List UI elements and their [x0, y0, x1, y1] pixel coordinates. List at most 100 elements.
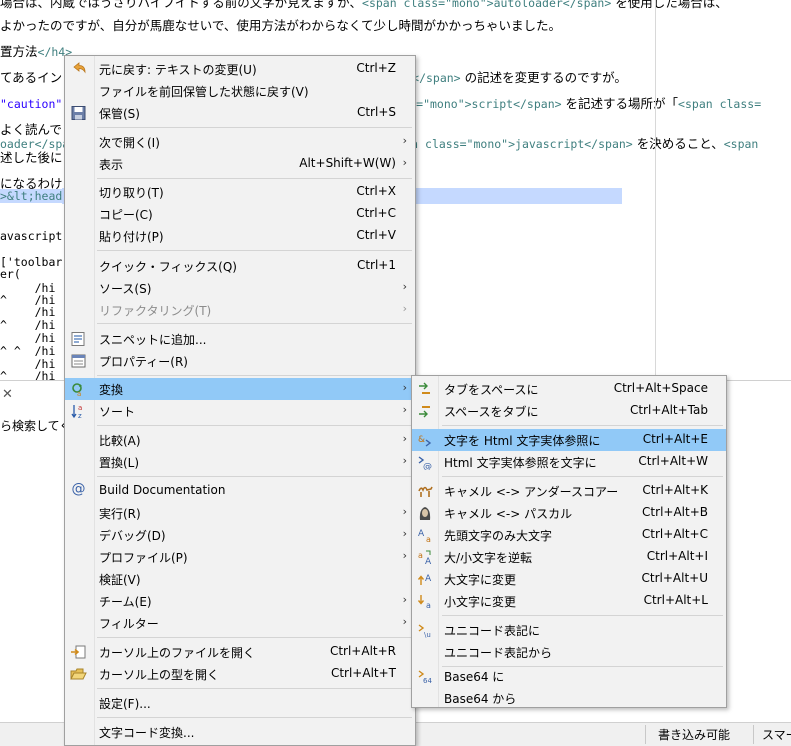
menu-separator	[442, 476, 723, 477]
menu-item-add-snippet[interactable]: スニペットに追加...	[65, 328, 415, 350]
submenu-arrow-icon: ›	[402, 615, 407, 628]
menu-item-encoding-convert[interactable]: 文字コード変換...	[65, 721, 415, 743]
menu-item-cut[interactable]: 切り取り(T) Ctrl+X	[65, 181, 415, 203]
menu-item-save[interactable]: 保管(S) Ctrl+S	[65, 102, 415, 124]
menu-item-properties[interactable]: プロパティー(R)	[65, 350, 415, 372]
menu-item-paste[interactable]: 貼り付け(P) Ctrl+V	[65, 225, 415, 247]
menu-separator	[97, 127, 412, 128]
at-icon: @	[71, 481, 86, 497]
menu-item-open-type-at-cursor[interactable]: カーソル上の型を開く Ctrl+Alt+T	[65, 663, 415, 685]
editor-line: よかったのですが、自分が馬鹿なせいで、使用方法がわからなくて少し時間がかかっちゃ…	[0, 18, 562, 33]
editor-line: 場合は、内蔵ではうさりハイフイトする前の文字が見えますが、<span class…	[0, 0, 728, 10]
menu-item-replace[interactable]: 置換(L) ›	[65, 451, 415, 473]
menu-item-camel-underscore[interactable]: キャメル <-> アンダースコアー Ctrl+Alt+K	[412, 480, 726, 502]
submenu-arrow-icon: ›	[402, 302, 407, 315]
unicode-icon: \u	[417, 622, 434, 639]
submenu-arrow-icon: ›	[402, 527, 407, 540]
menu-item-from-html-entities[interactable]: @ Html 文字実体参照を文字に Ctrl+Alt+W	[412, 451, 726, 473]
menu-item-copy[interactable]: コピー(C) Ctrl+C	[65, 203, 415, 225]
properties-icon	[70, 353, 87, 369]
menu-item-open-file-at-cursor[interactable]: カーソル上のファイルを開く Ctrl+Alt+R	[65, 641, 415, 663]
swap-case-icon: aA	[417, 549, 434, 567]
svg-text:a: a	[426, 535, 431, 543]
menu-item-capitalize[interactable]: Aa 先頭文字のみ大文字 Ctrl+Alt+C	[412, 524, 726, 546]
menu-item-validate[interactable]: 検証(V)	[65, 568, 415, 590]
svg-text:@: @	[423, 462, 432, 470]
menu-item-to-base64[interactable]: 64 Base64 に	[412, 665, 726, 687]
menu-item-show-in[interactable]: 表示 Alt+Shift+W(W) ›	[65, 153, 415, 175]
menu-item-build-documentation[interactable]: @ Build Documentation	[65, 480, 415, 502]
lowercase-icon: a	[417, 593, 434, 610]
close-icon[interactable]: ✕	[2, 387, 13, 402]
save-icon	[70, 105, 87, 121]
menu-item-from-unicode[interactable]: ユニコード表記から	[412, 641, 726, 663]
print-margin-line	[655, 0, 656, 380]
menu-item-compare[interactable]: 比較(A) ›	[65, 429, 415, 451]
menu-item-sort[interactable]: az ソート ›	[65, 400, 415, 422]
capitalize-icon: Aa	[417, 527, 434, 544]
menu-item-spaces-to-tabs[interactable]: スペースをタブに Ctrl+Alt+Tab	[412, 400, 726, 422]
menu-item-profile[interactable]: プロファイル(P) ›	[65, 546, 415, 568]
uppercase-icon: A	[417, 571, 434, 587]
submenu-arrow-icon: ›	[402, 454, 407, 467]
submenu-arrow-icon: ›	[402, 134, 407, 147]
submenu-arrow-icon: ›	[402, 381, 407, 394]
convert-icon: a	[70, 381, 87, 398]
html-entity-icon: &	[417, 432, 434, 448]
svg-text:a: a	[426, 601, 431, 609]
undo-icon	[70, 61, 87, 77]
writable-status: 書き込み可能	[658, 728, 731, 742]
menu-separator	[97, 250, 412, 251]
menu-separator	[442, 615, 723, 616]
camel-icon	[417, 483, 434, 499]
svg-text:64: 64	[423, 677, 432, 684]
menu-item-swap-case[interactable]: aA 大/小文字を逆転 Ctrl+Alt+I	[412, 546, 726, 568]
svg-text:a: a	[418, 551, 423, 560]
submenu-arrow-icon: ›	[402, 280, 407, 293]
menu-item-filter[interactable]: フィルター ›	[65, 612, 415, 634]
open-file-icon	[70, 644, 87, 660]
sort-icon: az	[70, 403, 87, 420]
menu-separator	[97, 637, 412, 638]
menu-item-source[interactable]: ソース(S) ›	[65, 277, 415, 299]
menu-item-lowercase[interactable]: a 小文字に変更 Ctrl+Alt+L	[412, 590, 726, 612]
menu-item-to-html-entities[interactable]: & 文字を Html 文字実体参照に Ctrl+Alt+E	[412, 429, 726, 451]
insert-mode-status[interactable]: スマー	[762, 726, 791, 743]
menu-item-revert-file[interactable]: ファイルを前回保管した状態に戻す(V)	[65, 80, 415, 102]
editor-line: avascript	[0, 229, 63, 243]
menu-item-convert[interactable]: a 変換 ›	[65, 378, 415, 400]
menu-item-preferences[interactable]: 設定(F)...	[65, 692, 415, 714]
tabs-to-spaces-icon	[417, 381, 434, 397]
menu-item-uppercase[interactable]: A 大文字に変更 Ctrl+Alt+U	[412, 568, 726, 590]
menu-separator	[97, 425, 412, 426]
menu-item-debug[interactable]: デバッグ(D) ›	[65, 524, 415, 546]
submenu-arrow-icon: ›	[402, 403, 407, 416]
menu-item-run[interactable]: 実行(R) ›	[65, 502, 415, 524]
menu-item-team[interactable]: チーム(E) ›	[65, 590, 415, 612]
status-separator	[645, 725, 646, 744]
base64-icon: 64	[417, 668, 434, 685]
convert-submenu: タブをスペースに Ctrl+Alt+Space スペースをタブに Ctrl+Alt+…	[411, 375, 727, 708]
snippet-icon	[70, 331, 87, 347]
menu-item-camel-pascal[interactable]: キャメル <-> パスカル Ctrl+Alt+B	[412, 502, 726, 524]
menu-separator	[97, 717, 412, 718]
svg-text:z: z	[78, 412, 82, 419]
menu-item-tabs-to-spaces[interactable]: タブをスペースに Ctrl+Alt+Space	[412, 378, 726, 400]
menu-item-undo[interactable]: 元に戻す: テキストの変更(U) Ctrl+Z	[65, 58, 415, 80]
menu-item-quick-fix[interactable]: クイック・フィックス(Q) Ctrl+1	[65, 255, 415, 277]
context-menu: 元に戻す: テキストの変更(U) Ctrl+Z ファイルを前回保管した状態に戻す(…	[64, 55, 416, 746]
submenu-arrow-icon: ›	[402, 432, 407, 445]
svg-text:A: A	[418, 529, 425, 539]
submenu-arrow-icon: ›	[402, 505, 407, 518]
menu-item-to-unicode[interactable]: \u ユニコード表記に	[412, 619, 726, 641]
menu-item-from-base64[interactable]: Base64 から	[412, 687, 726, 709]
submenu-arrow-icon: ›	[402, 156, 407, 169]
spaces-to-tabs-icon	[417, 403, 434, 419]
menu-separator	[97, 375, 412, 376]
svg-text:\u: \u	[424, 631, 431, 638]
html-decode-icon: @	[417, 454, 434, 472]
open-type-icon	[70, 666, 87, 682]
menu-item-open-with[interactable]: 次で開く(I) ›	[65, 131, 415, 153]
submenu-arrow-icon: ›	[402, 549, 407, 562]
editor-line: ^ /hi	[0, 369, 56, 380]
